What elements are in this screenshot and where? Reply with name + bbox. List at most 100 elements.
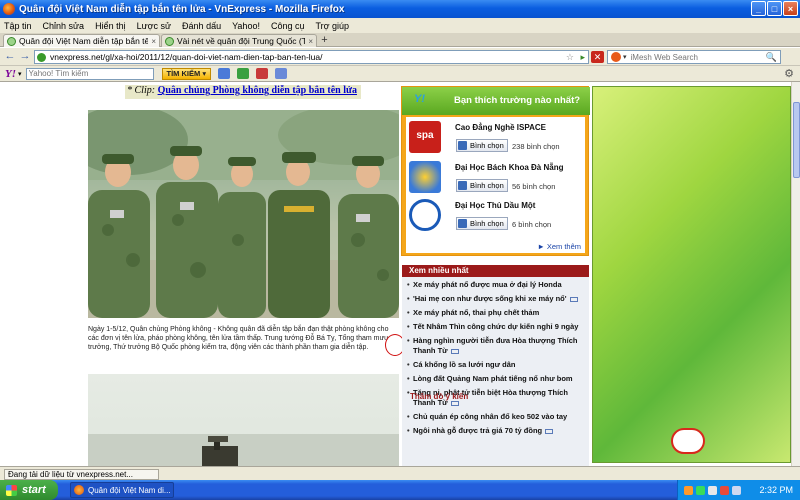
status-bar: Đang tải dữ liệu từ vnexpress.net... [0, 466, 800, 480]
school-logo[interactable] [409, 199, 441, 231]
navigation-bar: ← → vnexpress.net/gl/xa-hoi/2011/12/quan… [0, 48, 800, 66]
list-item[interactable]: Xe máy phát nổ được mua ở đại lý Honda [407, 280, 586, 290]
vote-button[interactable]: Bình chọn [456, 139, 508, 152]
vote-label: Bình chọn [470, 141, 504, 150]
site-identity-icon[interactable] [37, 52, 46, 62]
sidebar-advertisement[interactable] [592, 86, 791, 463]
tab-close-icon[interactable]: × [308, 37, 313, 46]
vote-icon [458, 141, 467, 150]
vote-count: 6 bình chọn [512, 220, 552, 229]
minimize-button[interactable]: _ [751, 1, 766, 16]
school-logo[interactable]: spa [409, 121, 441, 153]
video-icon [450, 348, 459, 354]
menu-bookmarks[interactable]: Đánh dấu [182, 21, 221, 31]
web-search-input[interactable] [630, 52, 751, 62]
ad-logo[interactable] [671, 428, 705, 454]
vnexpress-favicon-icon [7, 36, 16, 46]
close-button[interactable]: × [783, 1, 798, 16]
video-icon [545, 428, 554, 434]
firefox-icon [74, 485, 84, 495]
menu-tools[interactable]: Công cụ [271, 21, 305, 31]
list-item[interactable]: Ngôi nhà gỗ được trả giá 70 tỷ đồng [407, 426, 586, 436]
tab-label: Vài nét về quân đội Trung Quốc (Tài liệu… [177, 36, 305, 46]
list-item[interactable]: Chủ quán ép công nhân đổ keo 502 vào tay [407, 412, 586, 422]
list-item[interactable]: Xe máy phát nổ, thai phụ chết thảm [407, 308, 586, 318]
search-engine-icon[interactable] [611, 52, 621, 62]
page-content: * Clip: Quân chủng Phòng không diễn tập … [0, 82, 800, 466]
scrollbar-thumb[interactable] [793, 102, 800, 178]
yahoo-logo[interactable]: Y! [5, 68, 16, 80]
start-label: start [22, 484, 46, 496]
start-button[interactable]: start [0, 480, 58, 500]
stop-button[interactable]: ✕ [591, 51, 604, 63]
list-item[interactable]: Tết Nhâm Thìn công chức dự kiến nghỉ 9 n… [407, 322, 586, 332]
school-logo[interactable] [409, 161, 441, 193]
taskbar-firefox-item[interactable]: Quân đội Việt Nam di... [70, 482, 174, 498]
new-tab-button[interactable]: + [318, 35, 331, 46]
poll-item: spa Cao Đẳng Nghề ISPACE Bình chọn 238 b… [409, 119, 584, 157]
go-arrow-icon[interactable]: ▸ [580, 52, 585, 63]
search-icon[interactable]: 🔍 [766, 52, 777, 63]
school-name[interactable]: Đại Học Bách Khoa Đà Nẵng [455, 163, 563, 172]
list-item[interactable]: 'Hai mẹ con như được sống khi xe máy nổ' [407, 294, 586, 304]
mail-icon[interactable] [218, 68, 231, 79]
bookmark-icon[interactable] [256, 68, 269, 79]
volume-icon[interactable] [732, 485, 741, 495]
back-button[interactable]: ← [3, 50, 17, 64]
menu-yahoo[interactable]: Yahoo! [232, 21, 260, 31]
menu-file[interactable]: Tập tin [4, 21, 32, 31]
soldiers-photo-illustration [88, 110, 399, 318]
list-item[interactable]: Lòng đất Quảng Nam phát tiếng nổ như bom [407, 374, 586, 384]
tray-icon[interactable] [696, 485, 705, 495]
search-engine-dropdown-icon[interactable]: ▾ [623, 53, 627, 61]
web-search-box[interactable]: ▾ 🔍 [607, 50, 781, 64]
yahoo-menu-dropdown-icon[interactable]: ▾ [18, 70, 22, 78]
menu-edit[interactable]: Chỉnh sửa [43, 21, 85, 31]
video-icon [569, 296, 578, 302]
gear-icon[interactable]: ⚙ [784, 67, 794, 80]
tray-icon[interactable] [708, 485, 717, 495]
yahoo-search-button[interactable]: TÌM KIẾM ▾ [161, 67, 212, 80]
yahoo-search-input[interactable] [28, 69, 153, 78]
vote-icon [458, 181, 467, 190]
poll-section-label[interactable]: Thăm dò ý kiến [410, 392, 468, 401]
menu-history[interactable]: Lược sử [137, 21, 171, 31]
firefox-icon [3, 3, 15, 15]
forward-button[interactable]: → [18, 50, 32, 64]
maximize-button[interactable]: □ [767, 1, 782, 16]
menu-help[interactable]: Trợ giúp [315, 21, 349, 31]
tray-icon[interactable] [720, 485, 729, 495]
article-photo-missile [88, 374, 399, 466]
poll-header: Y! Bạn thích trường nào nhất? [402, 87, 590, 115]
photo-description: Ngày 1-5/12, Quân chủng Phòng không - Kh… [88, 326, 389, 351]
tab-china-army[interactable]: Vài nét về quân đội Trung Quốc (Tài liệu… [161, 34, 317, 47]
yahoo-search-box[interactable] [25, 67, 154, 80]
vote-label: Bình chọn [470, 181, 504, 190]
clock[interactable]: 2:32 PM [759, 485, 793, 495]
vote-button[interactable]: Bình chọn [456, 217, 508, 230]
school-poll-panel: Y! Bạn thích trường nào nhất? spa Cao Đẳ… [401, 86, 590, 256]
tab-close-icon[interactable]: × [151, 37, 156, 46]
see-more-link[interactable]: ► Xem thêm [537, 242, 581, 251]
list-item[interactable]: Cá khổng lồ sa lưới ngư dân [407, 360, 586, 370]
school-name[interactable]: Cao Đẳng Nghề ISPACE [455, 123, 546, 132]
school-name[interactable]: Đại Học Thủ Dầu Một [455, 201, 535, 210]
bookmark-star-icon[interactable]: ☆ [566, 52, 574, 63]
list-item[interactable]: Hàng nghìn người tiễn đưa Hòa thượng Thí… [407, 336, 586, 356]
add-icon[interactable] [237, 68, 250, 79]
vote-button[interactable]: Bình chọn [456, 179, 508, 192]
window-title: Quân đội Việt Nam diễn tập bắn tên lửa -… [19, 3, 345, 15]
url-bar[interactable]: vnexpress.net/gl/xa-hoi/2011/12/quan-doi… [34, 50, 589, 64]
tab-label: Quân đội Việt Nam diễn tập bắn tên lửa -… [19, 36, 148, 46]
tray-icon[interactable] [684, 485, 693, 495]
status-text: Đang tải dữ liệu từ vnexpress.net... [4, 469, 159, 480]
clip-link[interactable]: Quân chủng Phòng không diễn tập bắn tên … [158, 85, 357, 96]
page-scrollbar[interactable] [791, 82, 800, 466]
tab-article[interactable]: Quân đội Việt Nam diễn tập bắn tên lửa -… [3, 34, 160, 47]
menu-bar: Tập tin Chỉnh sửa Hiển thị Lược sử Đánh … [0, 18, 800, 33]
page-icon[interactable] [275, 68, 288, 79]
url-text[interactable]: vnexpress.net/gl/xa-hoi/2011/12/quan-doi… [50, 52, 322, 62]
menu-view[interactable]: Hiển thị [95, 21, 126, 31]
video-icon [450, 400, 459, 406]
taskbar-item-label: Quân đội Việt Nam di... [88, 485, 171, 495]
